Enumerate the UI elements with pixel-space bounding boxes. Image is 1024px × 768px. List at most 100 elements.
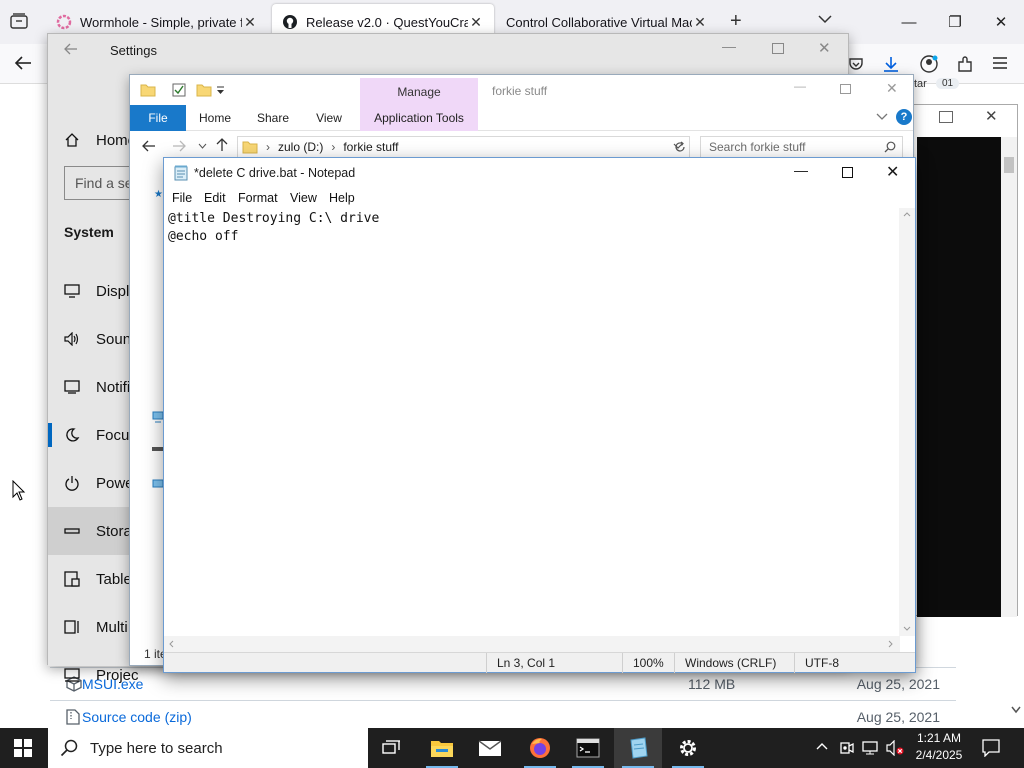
browser-close-button[interactable]: ✕ <box>978 0 1024 44</box>
back-arrow-icon[interactable] <box>14 55 32 71</box>
folder-icon <box>242 140 258 154</box>
notepad-title-bar: *delete C drive.bat - Notepad — ✕ <box>164 158 915 188</box>
tab-overview-icon[interactable] <box>10 13 28 29</box>
volume-muted-icon[interactable] <box>886 740 904 756</box>
download-link-suffix[interactable]: (zip) <box>165 709 192 725</box>
mail-icon[interactable] <box>466 728 514 768</box>
quick-access-star-icon[interactable]: ★ <box>154 189 163 200</box>
account-icon[interactable] <box>920 55 938 73</box>
scroll-left-arrow-icon[interactable] <box>169 640 174 648</box>
pocket-icon[interactable] <box>848 56 864 72</box>
partial-star-text: tar <box>914 78 927 90</box>
cursor-position: Ln 3, Col 1 <box>486 653 622 673</box>
download-link[interactable]: Source code <box>82 709 161 725</box>
ribbon-tab-share[interactable]: Share <box>250 105 296 131</box>
settings-section-title: System <box>64 224 114 240</box>
settings-icon[interactable] <box>664 728 712 768</box>
tab-close-icon[interactable]: ✕ <box>468 14 484 31</box>
notepad-horizontal-scrollbar[interactable] <box>164 636 900 652</box>
firefox-icon[interactable] <box>516 728 564 768</box>
terminal-scrollbar[interactable] <box>1001 137 1017 617</box>
notepad-text-area[interactable]: @title Destroying C:\ drive @echo off <box>164 208 900 636</box>
tab-title: Release v2.0 · QuestYouCraft/M <box>306 14 468 30</box>
menu-help[interactable]: Help <box>329 188 355 208</box>
breadcrumb-drive[interactable]: zulo (D:) <box>278 140 323 154</box>
manage-tab-header[interactable]: Manage <box>360 78 478 105</box>
tab-close-icon[interactable]: ✕ <box>242 14 258 31</box>
explorer-maximize-button[interactable] <box>840 84 851 94</box>
chevron-down-icon[interactable] <box>818 14 832 24</box>
downloads-icon[interactable] <box>882 55 900 73</box>
back-arrow-icon[interactable] <box>142 140 156 152</box>
refresh-icon[interactable] <box>674 141 686 153</box>
wormhole-favicon-icon <box>56 14 72 30</box>
network-icon[interactable] <box>862 740 878 756</box>
notepad-icon[interactable] <box>614 728 662 768</box>
explorer-close-button[interactable]: ✕ <box>886 80 898 97</box>
up-arrow-icon[interactable] <box>216 138 228 152</box>
breadcrumb-folder[interactable]: forkie stuff <box>343 140 398 154</box>
terminal-output[interactable] <box>917 137 1001 617</box>
address-input[interactable]: › zulo (D:) › forkie stuff <box>237 136 690 158</box>
explorer-search-input[interactable]: Search forkie stuff <box>700 136 903 158</box>
meet-now-icon[interactable] <box>840 740 854 756</box>
notepad-maximize-button[interactable] <box>842 167 853 178</box>
settings-maximize-button[interactable] <box>772 43 784 54</box>
menu-view[interactable]: View <box>290 188 317 208</box>
settings-item-label: Notifi <box>96 378 131 396</box>
start-windows-icon[interactable] <box>14 739 32 757</box>
notepad-close-button[interactable]: ✕ <box>886 162 899 182</box>
quick-access-dropdown-icon[interactable] <box>216 85 225 95</box>
tab-close-icon[interactable]: ✕ <box>692 14 708 31</box>
explorer-minimize-button[interactable]: — <box>794 79 806 93</box>
menu-icon[interactable] <box>992 56 1008 70</box>
projecting-icon <box>64 668 82 682</box>
ribbon-expand-chevron-icon[interactable] <box>876 113 888 121</box>
file-zip-icon <box>66 709 80 725</box>
ribbon-tab-application-tools[interactable]: Application Tools <box>360 105 478 131</box>
page-scrollbar[interactable] <box>1008 704 1024 728</box>
clock-time: 1:21 AM <box>916 731 962 745</box>
notepad-vertical-scrollbar[interactable] <box>899 208 915 636</box>
tab-title: Wormhole - Simple, private file <box>80 14 242 30</box>
ribbon-tab-view[interactable]: View <box>308 105 350 131</box>
terminal-close-button[interactable]: ✕ <box>985 107 998 125</box>
show-hidden-icons-chevron-icon[interactable] <box>816 742 828 750</box>
terminal-icon[interactable] <box>564 728 612 768</box>
ribbon-tab-file[interactable]: File <box>130 105 186 131</box>
forward-arrow-icon[interactable] <box>172 140 186 152</box>
scroll-right-arrow-icon[interactable] <box>888 640 893 648</box>
notepad-minimize-button[interactable]: — <box>794 162 808 178</box>
settings-minimize-button[interactable]: — <box>722 38 736 54</box>
taskbar-search-input[interactable]: Type here to search <box>48 728 368 768</box>
browser-restore-button[interactable]: ❐ <box>932 0 978 44</box>
help-icon[interactable]: ? <box>896 109 912 125</box>
settings-title-bar: Settings — ✕ <box>48 34 848 66</box>
new-tab-button[interactable]: + <box>730 10 742 33</box>
notepad-window: *delete C drive.bat - Notepad — ✕ File E… <box>163 157 916 673</box>
notifications-icon[interactable] <box>982 739 1000 757</box>
file-explorer-icon[interactable] <box>418 728 466 768</box>
taskbar-clock[interactable]: 1:21 AM 2/4/2025 <box>904 730 974 766</box>
ribbon-tab-home[interactable]: Home <box>192 105 238 131</box>
recent-locations-chevron-icon[interactable] <box>198 143 207 149</box>
new-folder-icon[interactable] <box>196 83 212 97</box>
settings-title: Settings <box>110 43 157 58</box>
settings-item-label: Powe <box>96 474 134 492</box>
extensions-icon[interactable] <box>956 55 974 73</box>
download-date: Aug 25, 2021 <box>856 709 940 725</box>
notepad-status-bar: Ln 3, Col 1 100% Windows (CRLF) UTF-8 <box>164 652 915 673</box>
menu-format[interactable]: Format <box>238 188 278 208</box>
browser-minimize-button[interactable]: — <box>886 0 932 44</box>
menu-file[interactable]: File <box>172 188 192 208</box>
scroll-down-arrow-icon[interactable] <box>903 626 911 631</box>
settings-close-button[interactable]: ✕ <box>818 39 831 57</box>
scroll-up-arrow-icon[interactable] <box>903 212 911 217</box>
menu-edit[interactable]: Edit <box>204 188 226 208</box>
explorer-ribbon-tabs: File Home Share View Application Tools ? <box>130 105 913 131</box>
back-arrow-icon[interactable] <box>64 42 78 56</box>
power-icon <box>64 475 82 491</box>
task-view-icon[interactable] <box>368 728 416 768</box>
properties-icon[interactable] <box>172 83 186 97</box>
terminal-restore-button[interactable] <box>939 111 953 123</box>
